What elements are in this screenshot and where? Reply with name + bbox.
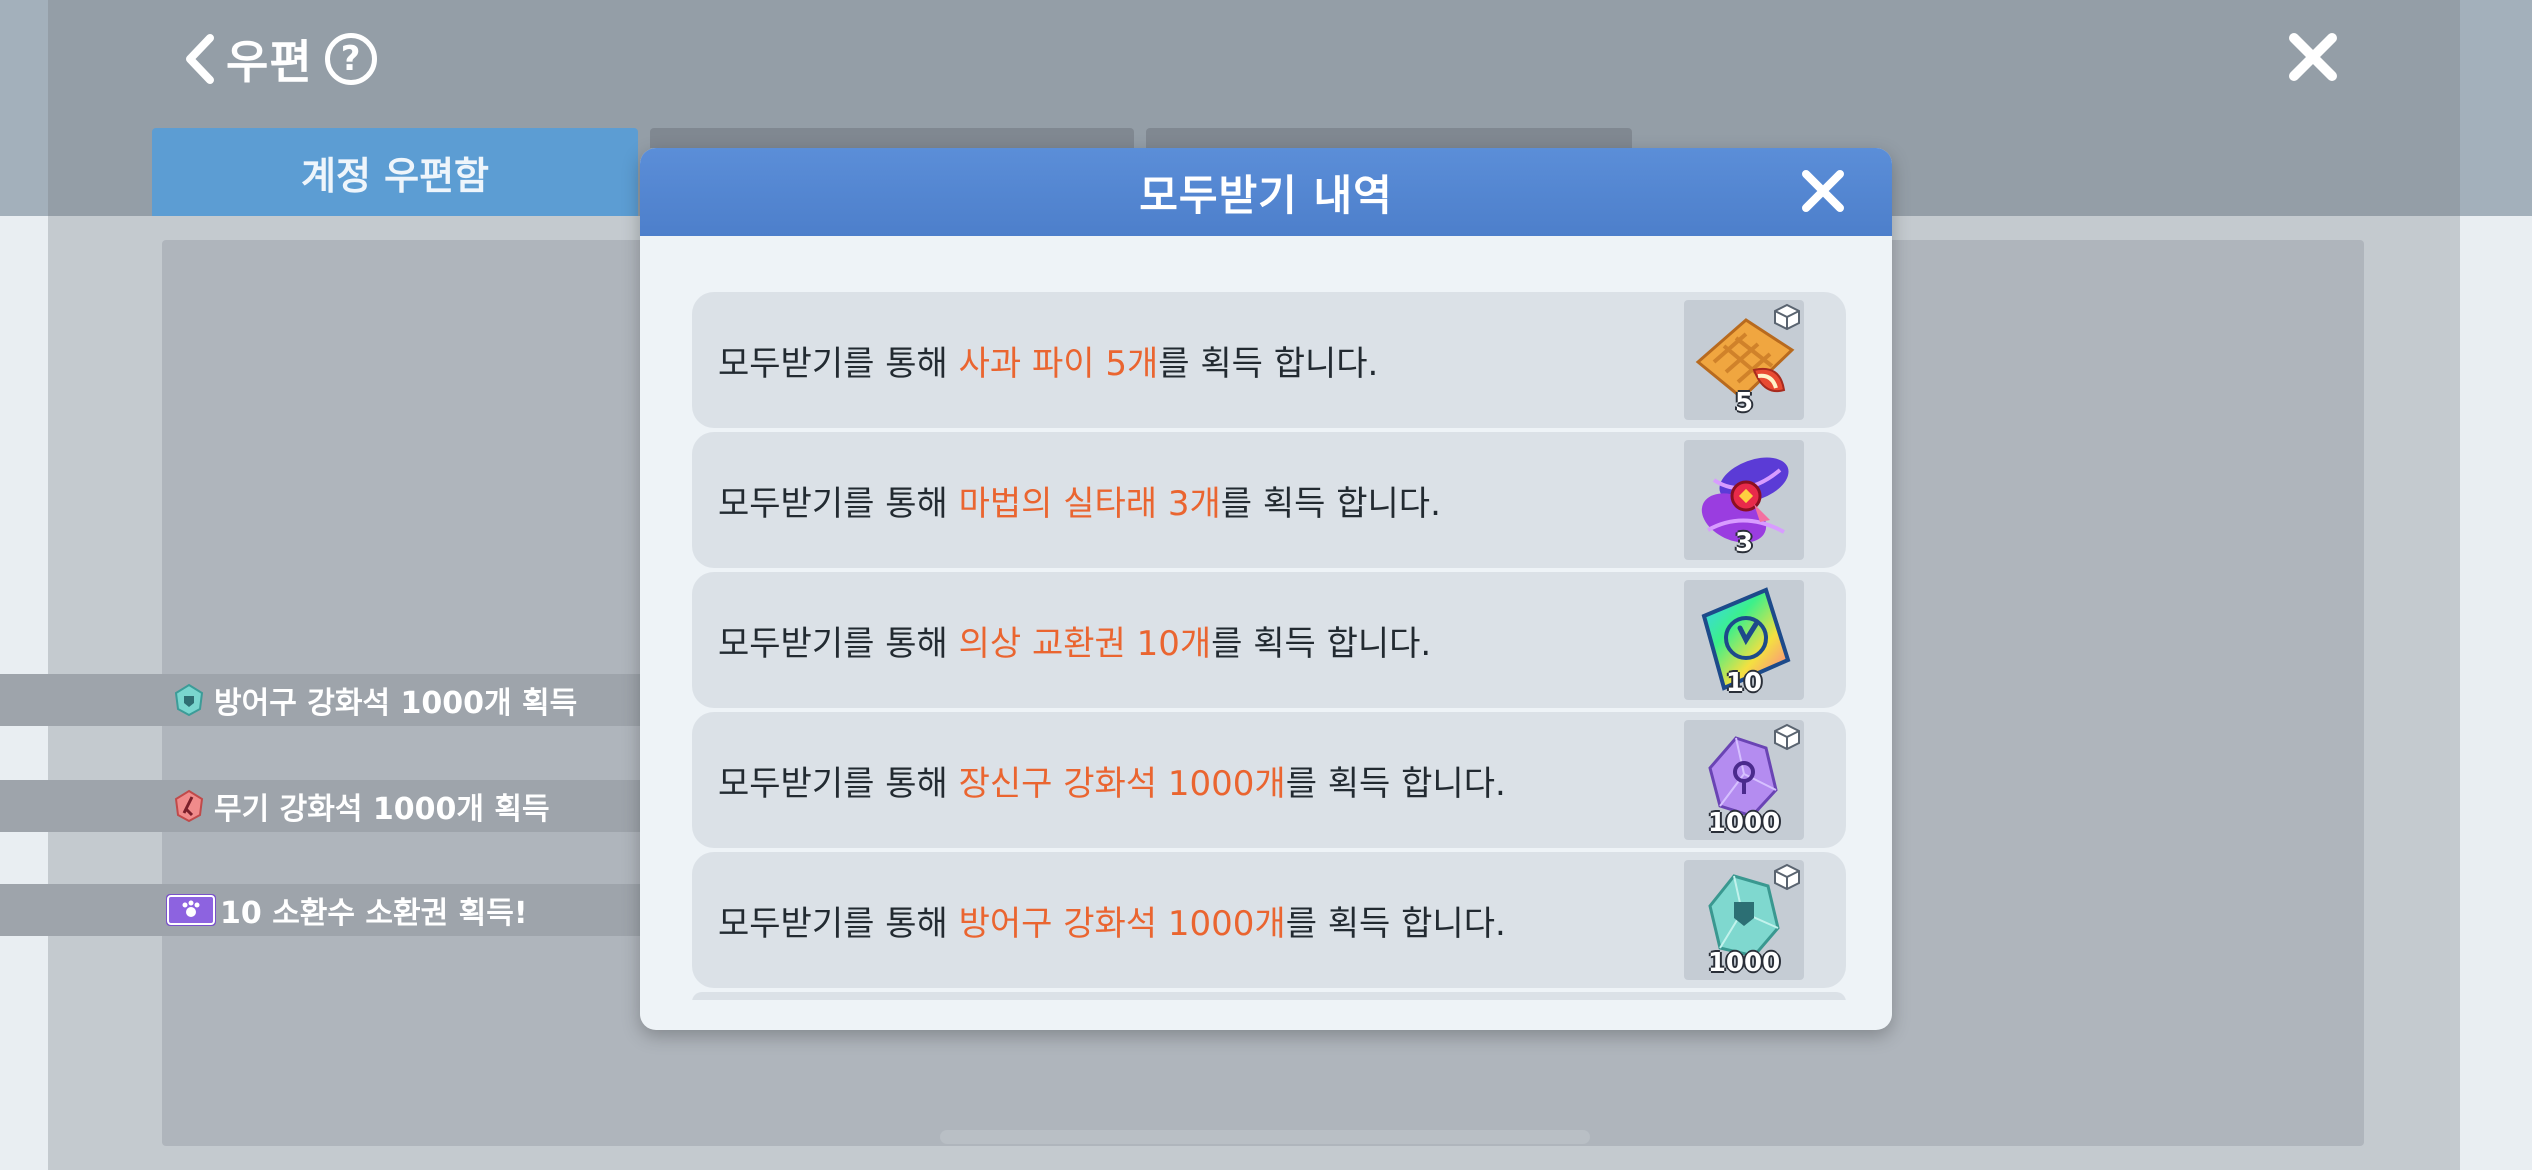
- box-icon: [1774, 863, 1800, 891]
- back-arrow-icon[interactable]: [180, 29, 220, 89]
- tab-label: 계정 우편함: [300, 153, 490, 198]
- armor-stone-icon: [172, 683, 206, 717]
- dialog-close-icon[interactable]: [1796, 164, 1850, 218]
- item-count: 5: [1734, 388, 1754, 418]
- item-count: 1000: [1707, 808, 1781, 838]
- armor-stone-icon: 1000: [1684, 860, 1804, 980]
- weapon-stone-icon: [172, 789, 206, 823]
- dialog-title: 모두받기 내역: [1139, 170, 1393, 220]
- list-item: 모두받기를 통해 사과 파이 5개를 획득 합니다. 5: [692, 292, 1846, 428]
- list-item: 모두받기를 통해 장신구 강화석 1000개를 획득 합니다. 1000: [692, 712, 1846, 848]
- toast-text: 10 소환수 소환권 획득!: [220, 896, 528, 931]
- tab-account-mailbox[interactable]: 계정 우편함: [152, 128, 638, 216]
- box-icon: [1774, 303, 1800, 331]
- item-name: 방어구 강화석 1000개: [958, 903, 1286, 944]
- dialog-header: 모두받기 내역: [640, 148, 1892, 236]
- item-count: 3: [1734, 528, 1754, 558]
- toast-text: 무기 강화석 1000개 획득: [214, 792, 550, 827]
- right-edge: [2460, 216, 2532, 1170]
- list-item: 모두받기를 통해 방어구 강화석 1000개를 획득 합니다. 1000: [692, 852, 1846, 988]
- help-icon[interactable]: ?: [324, 33, 377, 85]
- list-item: 모두받기를 통해 마법의 실타래 3개를 획득 합니다. 3: [692, 432, 1846, 568]
- summon-ticket-icon: [166, 894, 216, 926]
- row-text: 모두받기를 통해 방어구 강화석 1000개를 획득 합니다.: [718, 903, 1506, 944]
- bottom-scrollbar[interactable]: [940, 1130, 1590, 1144]
- list-item: 모두받기를 통해 의상 교환권 10개를 획득 합니다. 10: [692, 572, 1846, 708]
- row-text: 모두받기를 통해 사과 파이 5개를 획득 합니다.: [718, 343, 1379, 384]
- costume-ticket-icon: 10: [1684, 580, 1804, 700]
- row-text: 모두받기를 통해 마법의 실타래 3개를 획득 합니다.: [718, 483, 1441, 524]
- magic-thread-icon: 3: [1684, 440, 1804, 560]
- history-list[interactable]: 모두받기를 통해 사과 파이 5개를 획득 합니다. 5 모두받기를 통해 마법…: [692, 292, 1846, 1000]
- accessory-stone-icon: 1000: [1684, 720, 1804, 840]
- item-count: 1000: [1707, 948, 1781, 978]
- page-title: 우편: [226, 35, 313, 89]
- item-name: 사과 파이 5개: [958, 343, 1159, 384]
- claim-all-history-dialog: 모두받기 내역 모두받기를 통해 사과 파이 5개를 획득 합니다. 5 모두받…: [640, 148, 1892, 1030]
- item-name: 의상 교환권 10개: [958, 623, 1212, 664]
- item-name: 장신구 강화석 1000개: [958, 763, 1286, 804]
- close-icon[interactable]: [2282, 26, 2344, 88]
- item-name: 마법의 실타래 3개: [958, 483, 1221, 524]
- row-text: 모두받기를 통해 의상 교환권 10개를 획득 합니다.: [718, 623, 1432, 664]
- list-item: [692, 992, 1846, 1000]
- row-text: 모두받기를 통해 장신구 강화석 1000개를 획득 합니다.: [718, 763, 1506, 804]
- tab-3[interactable]: [1146, 128, 1632, 148]
- page-header: 우편 ?: [180, 24, 377, 94]
- box-icon: [1774, 723, 1800, 751]
- item-count: 10: [1725, 668, 1763, 698]
- apple-pie-icon: 5: [1684, 300, 1804, 420]
- tab-2[interactable]: [650, 128, 1134, 148]
- toast-text: 방어구 강화석 1000개 획득: [214, 686, 578, 721]
